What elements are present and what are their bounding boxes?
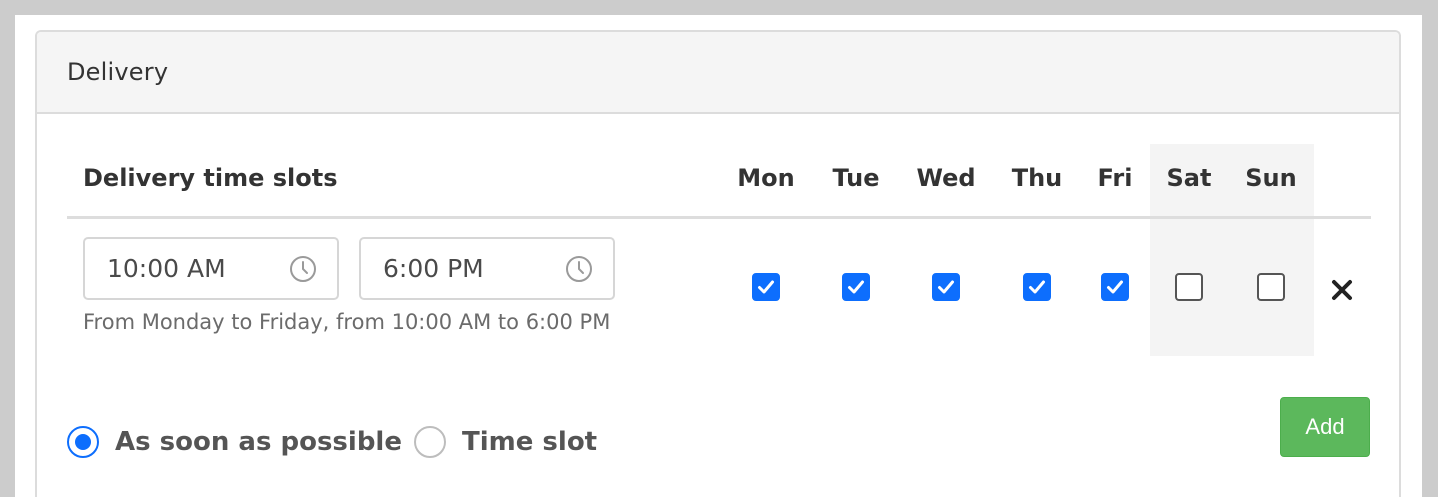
panel-title: Delivery (67, 58, 169, 86)
delivery-panel: Delivery Delivery time slots Mon Tue Wed… (35, 30, 1401, 497)
day-header-mon: Mon (737, 164, 795, 192)
close-icon[interactable] (1331, 279, 1353, 301)
checkbox-thu[interactable] (1023, 273, 1051, 301)
clock-icon[interactable] (565, 255, 593, 283)
check-icon (848, 280, 864, 294)
table-header-divider (67, 216, 1371, 219)
end-time-input[interactable]: 6:00 PM (359, 237, 615, 300)
day-header-wed: Wed (916, 164, 976, 192)
day-header-sat: Sat (1166, 164, 1212, 192)
add-button[interactable]: Add (1280, 397, 1370, 457)
page: Delivery Delivery time slots Mon Tue Wed… (15, 15, 1422, 497)
start-time-input[interactable]: 10:00 AM (83, 237, 339, 300)
radio-asap-control[interactable] (67, 426, 99, 458)
end-time-value: 6:00 PM (383, 254, 484, 283)
day-header-thu: Thu (1011, 164, 1063, 192)
time-slot-help-text: From Monday to Friday, from 10:00 AM to … (83, 310, 611, 334)
clock-icon[interactable] (289, 255, 317, 283)
check-icon (1029, 280, 1045, 294)
checkbox-tue[interactable] (842, 273, 870, 301)
day-header-tue: Tue (832, 164, 880, 192)
checkbox-wed[interactable] (932, 273, 960, 301)
radio-time-slot[interactable]: Time slot (414, 426, 597, 458)
check-icon (758, 280, 774, 294)
radio-asap-label[interactable]: As soon as possible (115, 427, 402, 457)
start-time-value: 10:00 AM (107, 254, 226, 283)
checkbox-fri[interactable] (1101, 273, 1129, 301)
panel-header: Delivery (37, 32, 1399, 114)
day-header-sun: Sun (1245, 164, 1297, 192)
check-icon (1107, 280, 1123, 294)
checkbox-sun[interactable] (1257, 273, 1285, 301)
radio-asap[interactable]: As soon as possible (67, 426, 402, 458)
checkbox-sat[interactable] (1175, 273, 1203, 301)
time-slots-heading: Delivery time slots (83, 164, 338, 192)
radio-time-slot-control[interactable] (414, 426, 446, 458)
checkbox-mon[interactable] (752, 273, 780, 301)
check-icon (938, 280, 954, 294)
radio-time-slot-label[interactable]: Time slot (462, 427, 597, 457)
